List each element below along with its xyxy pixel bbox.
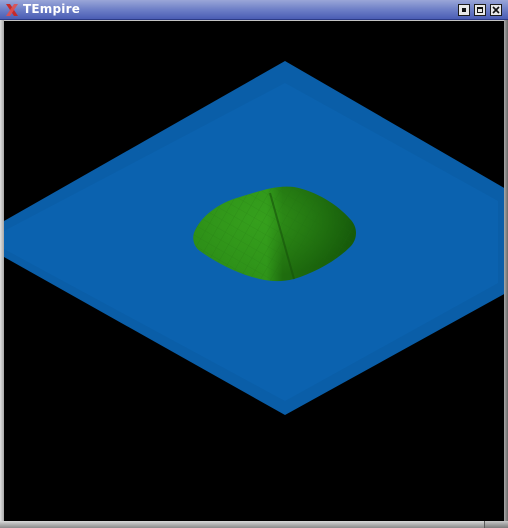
app-window: TEmpire: [0, 0, 508, 528]
minimize-button[interactable]: [458, 4, 470, 16]
resize-grip[interactable]: [484, 521, 508, 528]
close-button[interactable]: [490, 4, 502, 16]
title-bar[interactable]: TEmpire: [0, 0, 508, 20]
x-logo-icon[interactable]: [5, 3, 19, 17]
window-frame-bottom[interactable]: [0, 521, 508, 528]
window-frame-right[interactable]: [504, 20, 508, 528]
close-icon: [492, 6, 500, 14]
maximize-button[interactable]: [474, 4, 486, 16]
game-scene: [4, 61, 504, 415]
game-viewport[interactable]: [4, 21, 504, 521]
window-title: TEmpire: [23, 2, 81, 16]
